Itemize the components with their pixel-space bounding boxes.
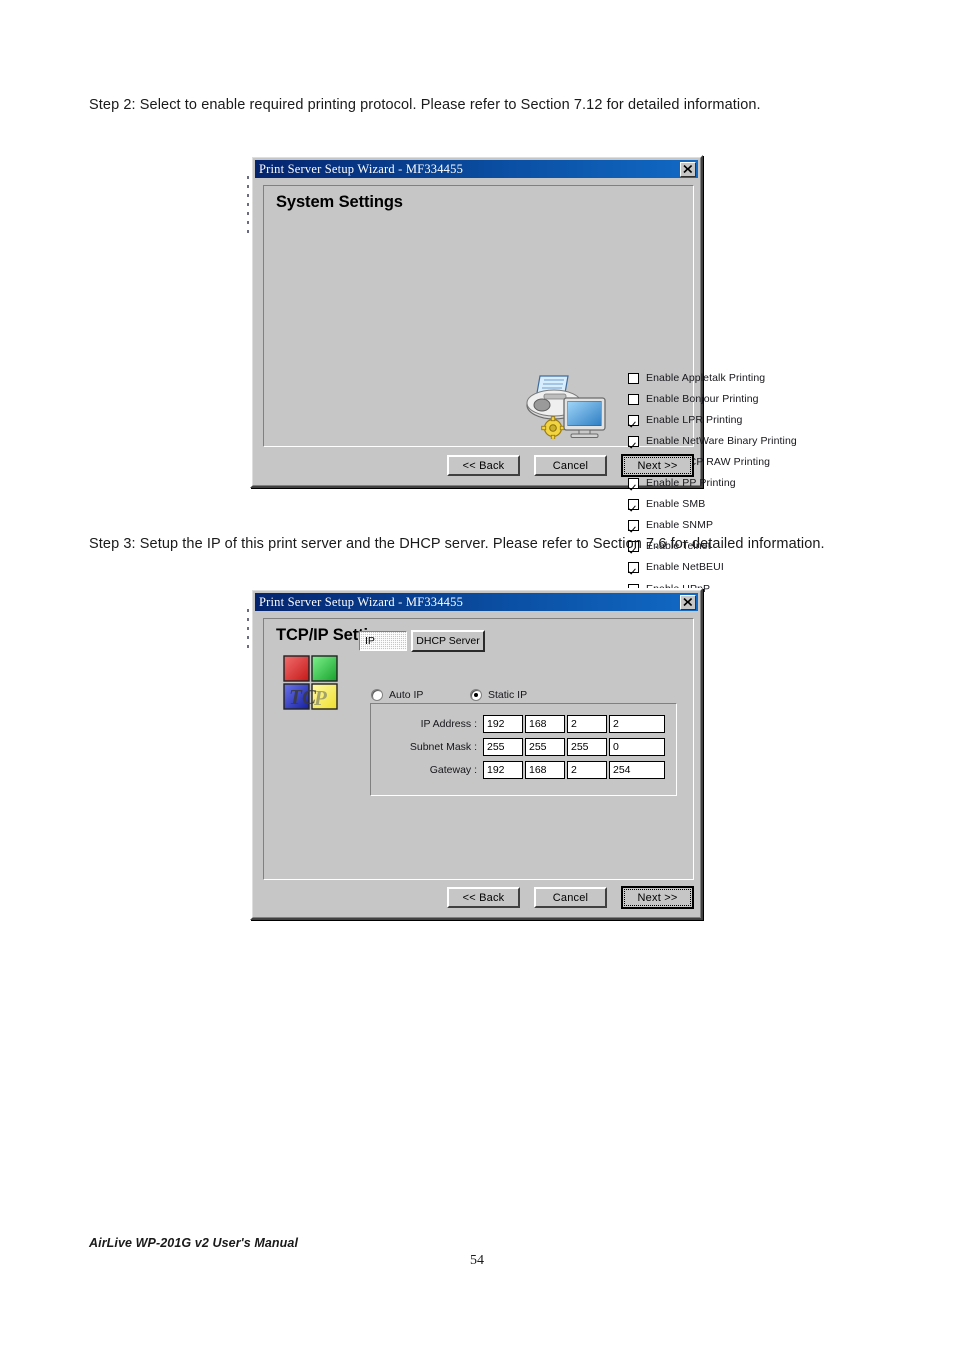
checkbox-row-smb[interactable]: Enable SMB — [628, 498, 705, 510]
next-button[interactable]: Next >> — [621, 454, 694, 477]
print-server-wizard-dialog-tcpip-settings: Print Server Setup Wizard - MF334455 TCP… — [250, 588, 703, 920]
svg-text:P: P — [313, 686, 327, 710]
checkbox-lpr[interactable] — [628, 414, 639, 426]
printer-monitor-gear-icon — [524, 373, 608, 444]
checkbox-bonjour[interactable] — [628, 393, 639, 405]
subnet-mask-label: Subnet Mask : — [409, 741, 477, 753]
step3-instruction-text: Step 3: Setup the IP of this print serve… — [89, 536, 825, 552]
checkbox-label: Enable Bonjour Printing — [646, 393, 759, 405]
checkbox-label: Enable Appletalk Printing — [646, 372, 766, 384]
radio-static-ip[interactable] — [470, 689, 482, 701]
tab-dhcp-server[interactable]: DHCP Server — [411, 630, 485, 652]
subnet-mask-octet-2[interactable]: 255 — [525, 738, 565, 756]
subnet-mask-row: Subnet Mask : 255 255 255 0 — [381, 738, 667, 756]
dialog-title: Print Server Setup Wizard - MF334455 — [259, 161, 464, 176]
checkbox-netware-binary[interactable] — [628, 435, 639, 447]
checkbox-row-appletalk[interactable]: Enable Appletalk Printing — [628, 372, 765, 384]
checkbox-row-bonjour[interactable]: Enable Bonjour Printing — [628, 393, 759, 405]
close-icon — [683, 597, 693, 606]
ip-address-octet-1[interactable]: 192 — [483, 715, 523, 733]
radio-label: Static IP — [488, 689, 528, 701]
gateway-octet-4[interactable]: 254 — [609, 761, 665, 779]
tcpip-squares-icon-graphic: T C P — [283, 655, 339, 716]
close-button[interactable] — [680, 594, 696, 610]
checkbox-netbeui[interactable] — [628, 561, 639, 573]
next-button-label: Next >> — [637, 459, 678, 472]
close-button[interactable] — [680, 161, 696, 177]
gateway-row: Gateway : 192 168 2 254 — [381, 761, 667, 779]
tab-dhcp-server-label: DHCP Server — [416, 635, 480, 647]
scan-artifact-left-1 — [247, 176, 249, 238]
footer-manual-title: AirLive WP-201G v2 User's Manual — [89, 1236, 299, 1250]
gateway-octet-1[interactable]: 192 — [483, 761, 523, 779]
subnet-mask-octet-4[interactable]: 0 — [609, 738, 665, 756]
checkbox-label: Enable NetBEUI — [646, 561, 724, 573]
ip-address-label: IP Address : — [420, 718, 477, 730]
back-button[interactable]: << Back — [447, 455, 520, 476]
checkbox-row-netbeui[interactable]: Enable NetBEUI — [628, 561, 724, 573]
ip-address-octet-3[interactable]: 2 — [567, 715, 607, 733]
step2-instruction-text: Step 2: Select to enable required printi… — [89, 97, 761, 113]
radio-label: Auto IP — [389, 689, 424, 701]
radio-row-auto-ip[interactable]: Auto IP — [371, 689, 423, 701]
system-settings-panel — [263, 185, 694, 447]
tab-ip[interactable]: IP — [359, 631, 407, 651]
subnet-mask-octet-3[interactable]: 255 — [567, 738, 607, 756]
checkbox-row-netware-binary[interactable]: Enable NetWare Binary Printing — [628, 435, 797, 447]
ip-address-octet-4[interactable]: 2 — [609, 715, 665, 733]
scan-artifact-left-2 — [247, 609, 249, 649]
next-button[interactable]: Next >> — [621, 886, 694, 909]
dialog-titlebar[interactable]: Print Server Setup Wizard - MF334455 — [255, 160, 698, 178]
gateway-octet-3[interactable]: 2 — [567, 761, 607, 779]
close-icon — [683, 164, 693, 173]
ip-address-row: IP Address : 192 168 2 2 — [381, 715, 667, 733]
radio-auto-ip[interactable] — [371, 689, 383, 701]
checkbox-smb[interactable] — [628, 498, 639, 510]
checkbox-label: Enable PP Printing — [646, 477, 736, 489]
dialog-titlebar[interactable]: Print Server Setup Wizard - MF334455 — [255, 593, 698, 611]
panel-heading-system-settings: System Settings — [276, 193, 403, 211]
cancel-button[interactable]: Cancel — [534, 887, 607, 908]
dialog-title: Print Server Setup Wizard - MF334455 — [259, 594, 464, 609]
subnet-mask-octet-1[interactable]: 255 — [483, 738, 523, 756]
radio-row-static-ip[interactable]: Static IP — [470, 689, 527, 701]
gateway-label: Gateway : — [429, 764, 477, 776]
checkbox-label: Enable NetWare Binary Printing — [646, 435, 797, 447]
checkbox-row-pp[interactable]: Enable PP Printing — [628, 477, 736, 489]
cancel-button[interactable]: Cancel — [534, 455, 607, 476]
ip-address-octet-2[interactable]: 168 — [525, 715, 565, 733]
back-button[interactable]: << Back — [447, 887, 520, 908]
gateway-octet-2[interactable]: 168 — [525, 761, 565, 779]
tab-ip-label: IP — [365, 635, 375, 647]
checkbox-label: Enable SMB — [646, 498, 706, 510]
next-button-label: Next >> — [637, 891, 678, 904]
checkbox-row-lpr[interactable]: Enable LPR Printing — [628, 414, 742, 426]
checkbox-appletalk[interactable] — [628, 372, 639, 384]
static-ip-fieldset: IP Address : 192 168 2 2 Subnet Mask : 2… — [370, 703, 677, 796]
footer-page-number: 54 — [470, 1253, 484, 1268]
checkbox-label: Enable LPR Printing — [646, 414, 743, 426]
svg-text:T: T — [289, 685, 303, 709]
checkbox-pp[interactable] — [628, 477, 639, 489]
print-server-wizard-dialog-system-settings: Print Server Setup Wizard - MF334455 Sys… — [250, 155, 797, 595]
